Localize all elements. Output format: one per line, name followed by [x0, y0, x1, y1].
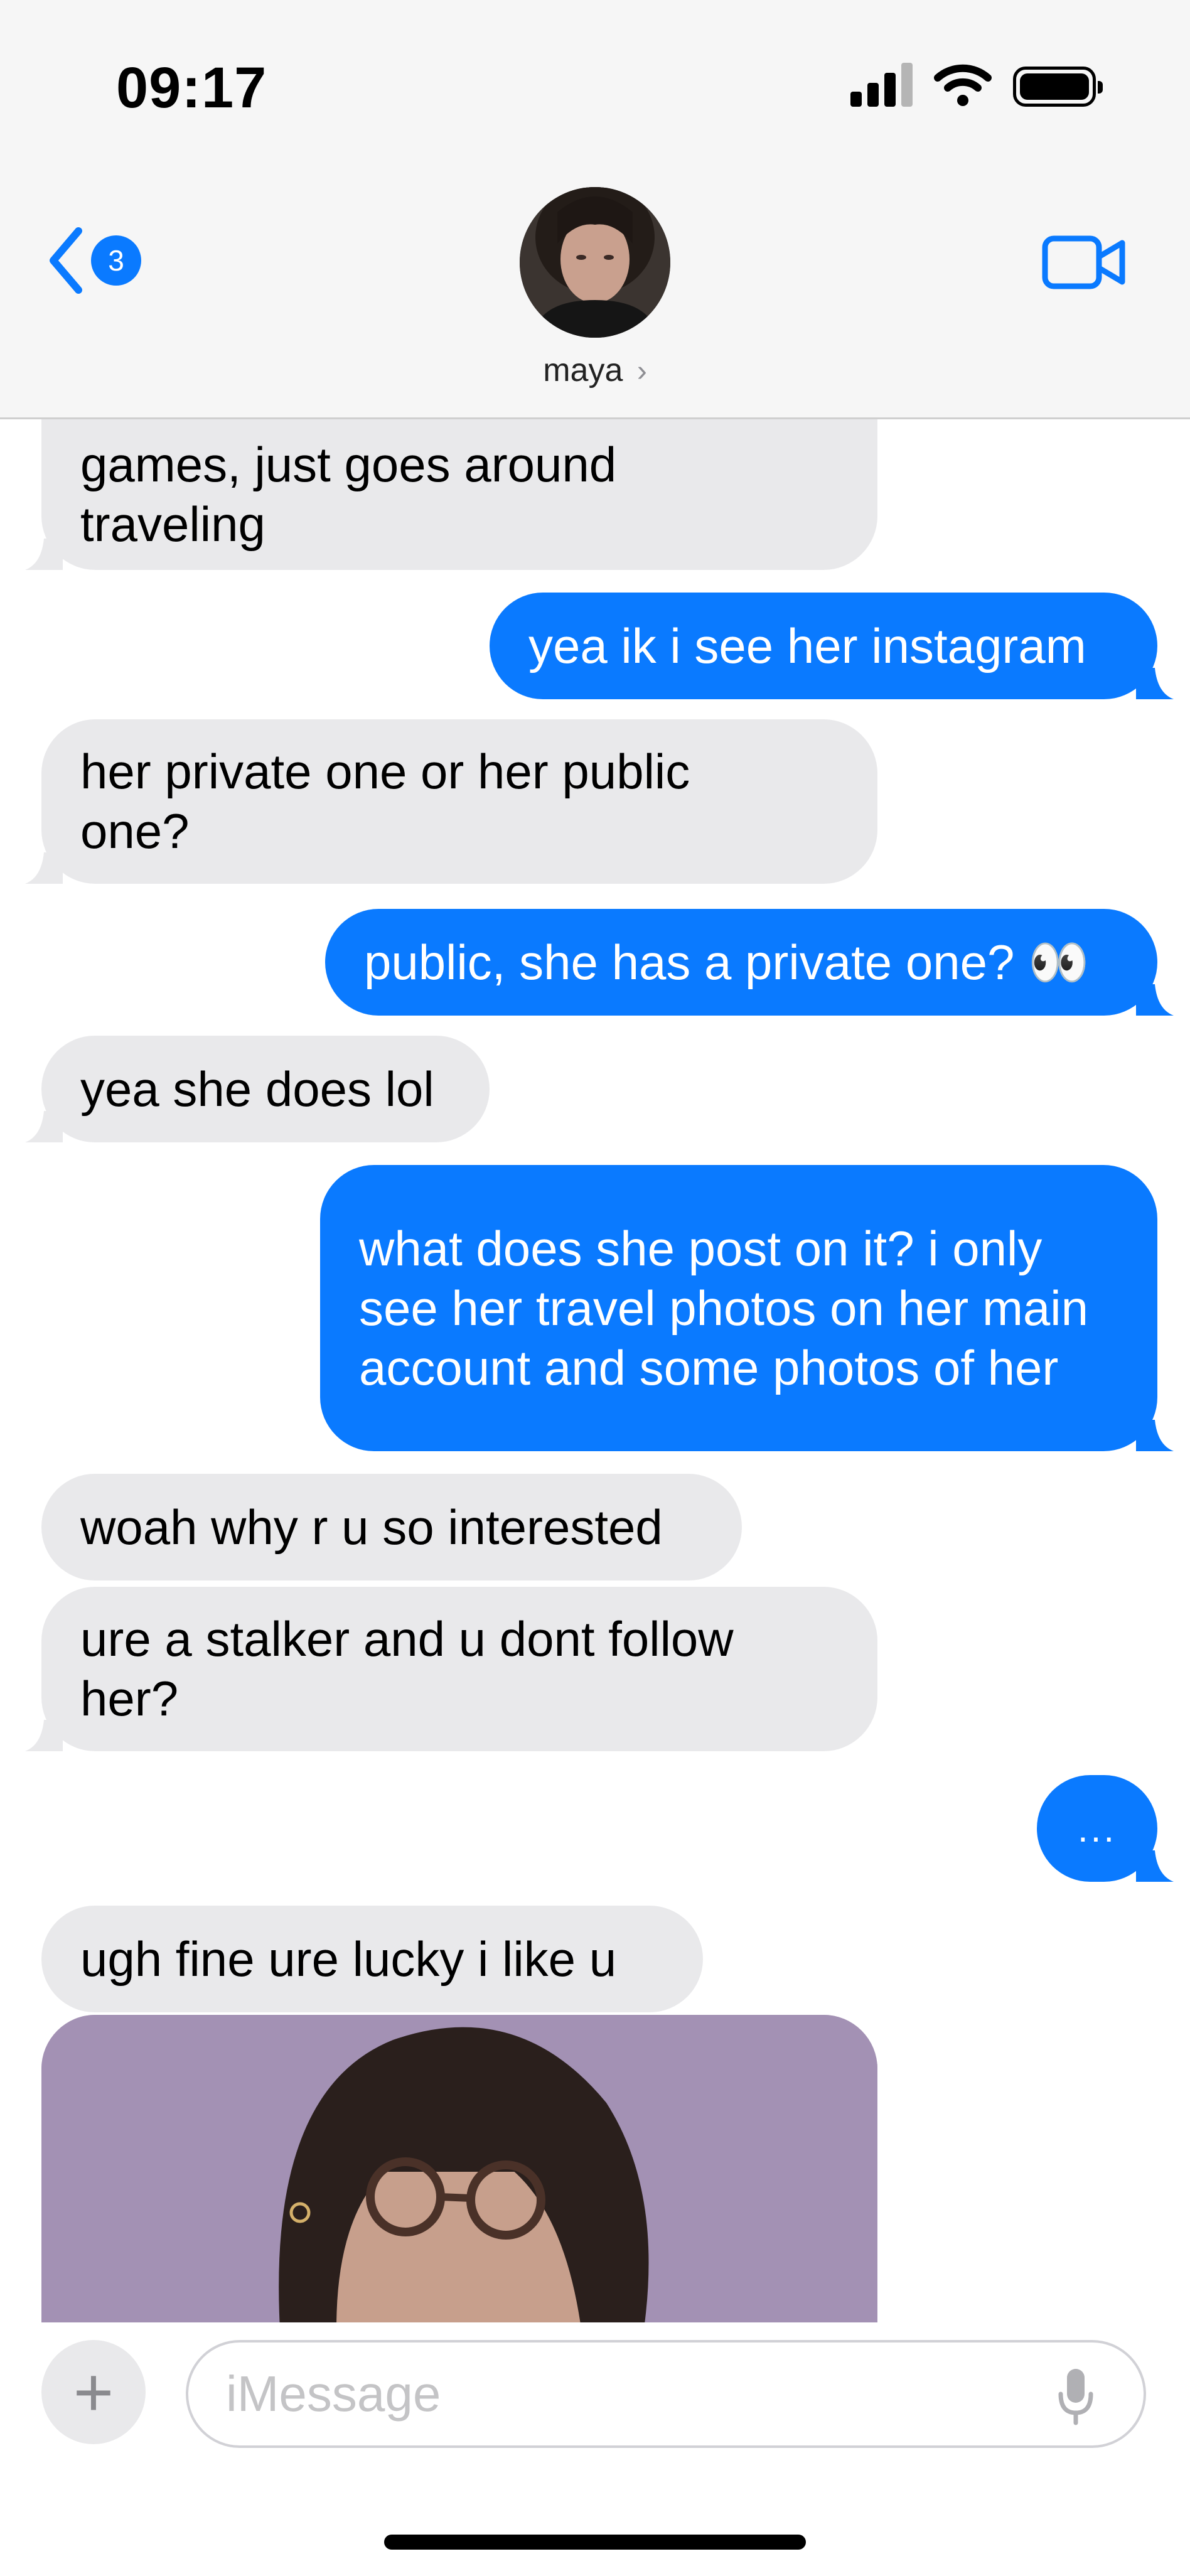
- bubble-tail: [1136, 668, 1174, 699]
- video-camera-icon[interactable]: [1042, 235, 1127, 289]
- message-text: ure a stalker and u dont follow her?: [80, 1611, 734, 1726]
- message-bubble-outgoing[interactable]: public, she has a private one? 👀: [325, 909, 1174, 1016]
- back-button[interactable]: 3: [47, 226, 141, 295]
- message-text: public, she has a private one? 👀: [364, 934, 1090, 990]
- status-icons: [850, 63, 1103, 107]
- message-bubble-incoming[interactable]: ugh fine ure lucky i like u: [41, 1906, 703, 2012]
- photo-message[interactable]: [41, 2015, 877, 2329]
- message-bubble-incoming[interactable]: woah why r u so interested: [41, 1474, 742, 1580]
- bubble-tail: [1136, 1420, 1174, 1451]
- status-time: 09:17: [116, 56, 267, 120]
- add-attachment-button[interactable]: +: [41, 2340, 146, 2444]
- message-text: her private one or her public one?: [80, 744, 690, 859]
- message-text: what does she post on it? i only see her…: [359, 1220, 1089, 1395]
- message-bubble-outgoing[interactable]: what does she post on it? i only see her…: [320, 1165, 1174, 1451]
- message-bubble-outgoing[interactable]: yea ik i see her instagram: [490, 593, 1174, 699]
- cellular-signal-icon: [850, 63, 913, 107]
- message-bubble-incoming[interactable]: games, just goes around traveling: [25, 419, 877, 570]
- message-text: yea ik i see her instagram: [528, 618, 1086, 674]
- message-text: woah why r u so interested: [80, 1499, 663, 1555]
- message-bubble-incoming[interactable]: ure a stalker and u dont follow her?: [25, 1587, 877, 1751]
- bubble-tail: [1136, 1850, 1174, 1882]
- message-bubble-incoming[interactable]: her private one or her public one?: [25, 719, 877, 884]
- contact-avatar[interactable]: [520, 187, 670, 338]
- bubble-tail: [25, 852, 63, 884]
- home-indicator[interactable]: [384, 2535, 806, 2550]
- contact-name-row[interactable]: maya ›: [0, 352, 1190, 389]
- message-input-placeholder: iMessage: [226, 2366, 441, 2422]
- contact-name[interactable]: maya: [543, 352, 623, 389]
- bubble-tail: [25, 1720, 63, 1751]
- chevron-left-icon: [50, 227, 82, 294]
- message-bubble-outgoing[interactable]: ...: [1037, 1775, 1174, 1882]
- message-input[interactable]: iMessage: [186, 2340, 1146, 2448]
- bubble-tail: [1136, 984, 1174, 1016]
- message-text: ...: [1077, 1807, 1117, 1850]
- conversation-header: 09:17 3 maya ›: [0, 0, 1190, 419]
- message-text: games, just goes around traveling: [80, 437, 617, 552]
- wifi-icon: [934, 64, 992, 106]
- battery-icon: [1013, 67, 1103, 107]
- message-text: ugh fine ure lucky i like u: [80, 1931, 617, 1987]
- unread-count-badge: 3: [91, 235, 141, 286]
- microphone-icon[interactable]: [1056, 2366, 1096, 2427]
- bubble-tail: [25, 1111, 63, 1142]
- message-text: yea she does lol: [80, 1061, 434, 1117]
- message-bubble-incoming[interactable]: yea she does lol: [25, 1036, 490, 1142]
- bubble-tail: [25, 539, 63, 570]
- chevron-right-icon: ›: [636, 355, 647, 388]
